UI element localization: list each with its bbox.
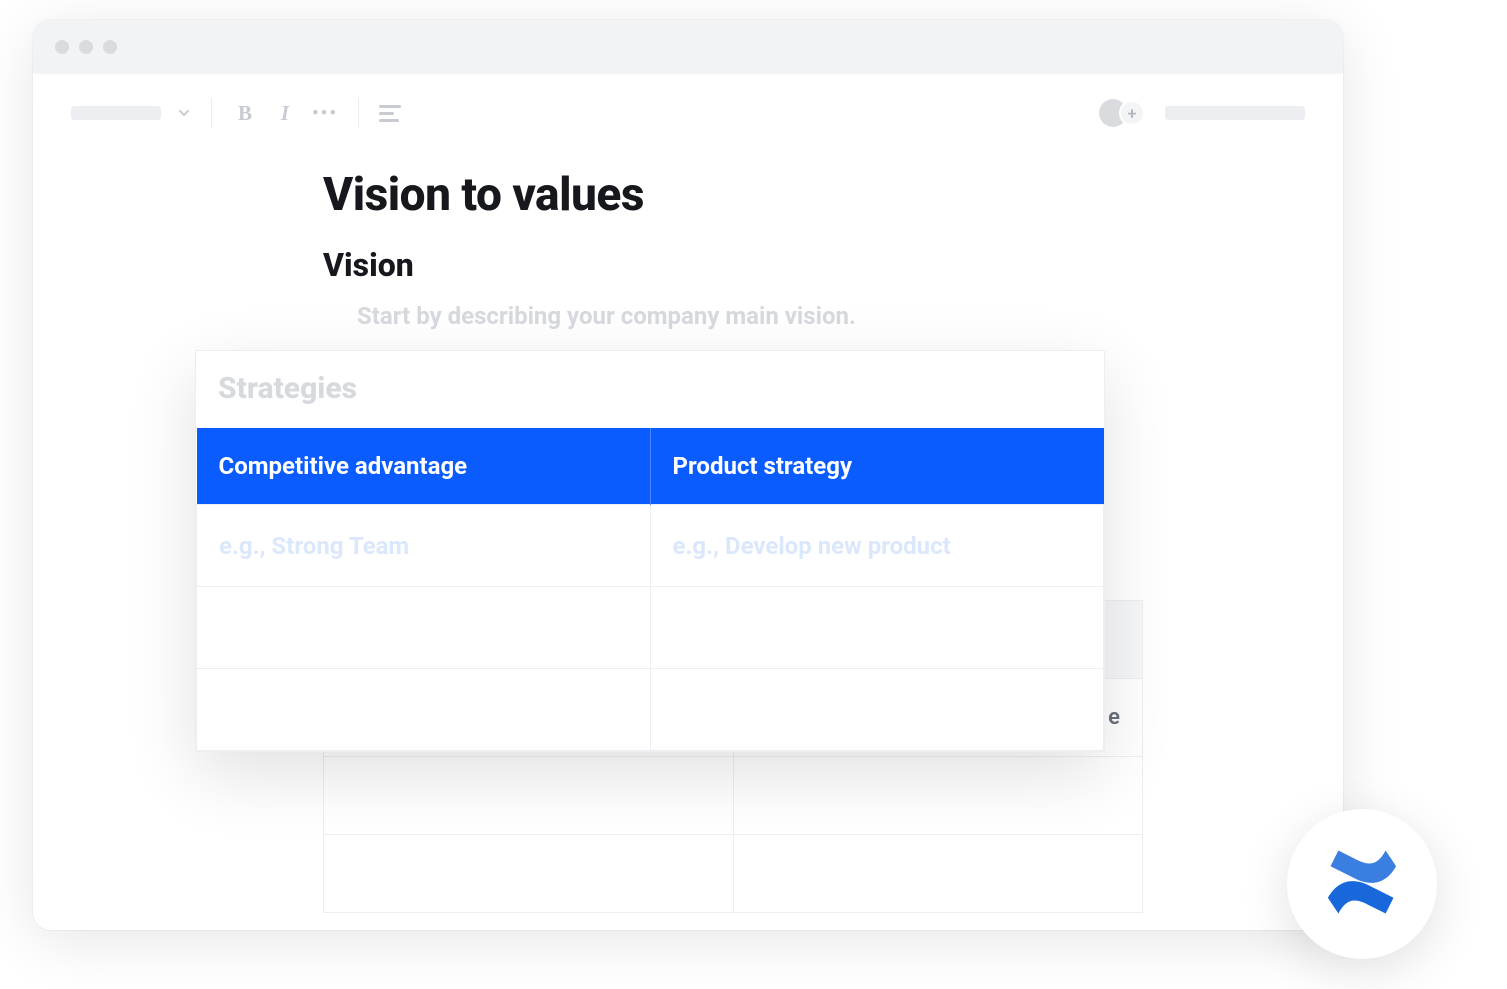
confluence-icon [1320, 840, 1404, 928]
table-row[interactable] [324, 757, 1143, 835]
page-title[interactable]: Vision to values [323, 168, 1283, 222]
table-row[interactable]: e.g., Strong Team e.g., Develop new prod… [197, 505, 1104, 587]
add-collaborator-button[interactable]: + [1119, 100, 1145, 126]
strategies-col-competitive[interactable]: Competitive advantage [197, 428, 651, 505]
collaborators[interactable]: + [1099, 99, 1145, 127]
toolbar-right-group: + [1099, 99, 1305, 127]
italic-button[interactable]: I [272, 101, 298, 126]
confluence-logo-badge [1287, 809, 1437, 959]
table-row[interactable] [324, 835, 1143, 913]
window-titlebar [33, 20, 1343, 74]
strategies-cell-placeholder-2[interactable]: e.g., Develop new product [650, 505, 1104, 587]
toolbar-left-group: B I ••• [71, 98, 401, 128]
vision-placeholder-text[interactable]: Start by describing your company main vi… [357, 302, 1283, 330]
toolbar-divider [211, 98, 212, 128]
strategies-table[interactable]: Competitive advantage Product strategy e… [196, 428, 1104, 751]
strategies-card[interactable]: Strategies Competitive advantage Product… [195, 350, 1105, 752]
bold-button[interactable]: B [232, 101, 258, 126]
publish-button-placeholder[interactable] [1165, 106, 1305, 120]
traffic-light-zoom-icon[interactable] [103, 40, 117, 54]
style-selector-placeholder[interactable] [71, 106, 161, 120]
section-heading-vision[interactable]: Vision [323, 246, 1283, 284]
chevron-down-icon[interactable] [177, 106, 191, 120]
strategies-card-title: Strategies [196, 351, 1104, 428]
bg-table-cell-label: e [1108, 705, 1120, 730]
toolbar-divider [358, 98, 359, 128]
strategies-cell-placeholder-1[interactable]: e.g., Strong Team [197, 505, 651, 587]
table-row[interactable] [197, 669, 1104, 751]
traffic-light-minimize-icon[interactable] [79, 40, 93, 54]
align-left-icon[interactable] [379, 105, 401, 122]
traffic-light-close-icon[interactable] [55, 40, 69, 54]
editor-toolbar: B I ••• + [33, 74, 1343, 138]
table-row[interactable] [197, 587, 1104, 669]
strategies-col-product[interactable]: Product strategy [650, 428, 1104, 505]
more-formatting-button[interactable]: ••• [312, 103, 338, 124]
